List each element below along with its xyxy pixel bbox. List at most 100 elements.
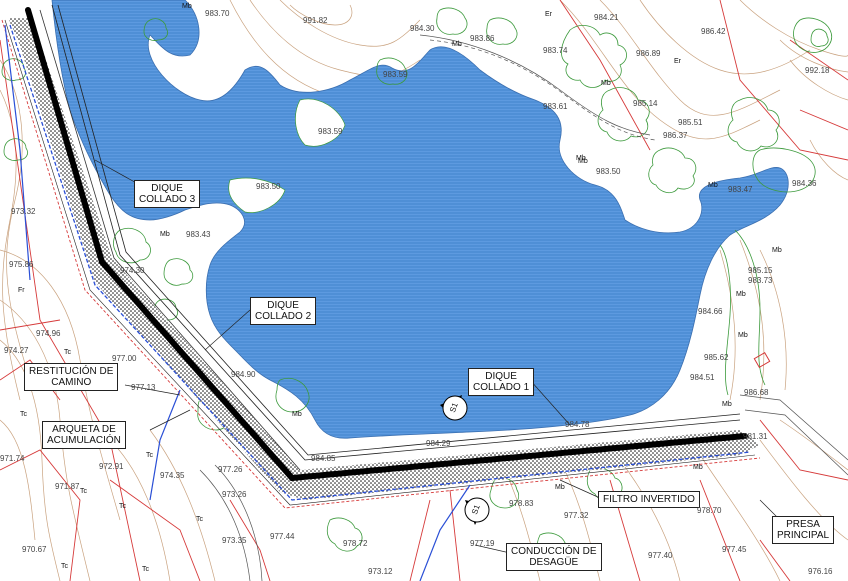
veg-code: Fr <box>18 287 25 294</box>
spot-elevation: 977.45 <box>722 545 747 554</box>
label-line-1: PRESA <box>786 519 820 530</box>
spot-elevation: 983.73 <box>748 276 773 285</box>
veg-code: Mb <box>722 401 732 408</box>
spot-elevation: 973.35 <box>222 536 247 545</box>
veg-code: Tc <box>61 563 68 570</box>
label-line-1: DIQUE <box>485 371 517 382</box>
veg-code: Tc <box>119 503 126 510</box>
label-line-2: PRINCIPAL <box>777 530 830 541</box>
spot-elevation: 978.70 <box>697 506 722 515</box>
label-arqueta-acumulacion: ARQUETA DE ACUMULACIÓN <box>42 421 126 449</box>
spot-elevation: 974.35 <box>160 471 185 480</box>
spot-elevation: 984.36 <box>792 179 817 188</box>
spot-elevation: 986.37 <box>663 131 688 140</box>
spot-elevation: 983.74 <box>543 46 568 55</box>
spot-elevation: 983.43 <box>186 230 211 239</box>
label-dique-collado-2: DIQUE COLLADO 2 <box>250 297 317 325</box>
spot-elevation: 977.26 <box>218 465 243 474</box>
label-conduccion-desague: CONDUCCIÓN DE DESAGÜE <box>506 543 602 571</box>
spot-elevation: 984.30 <box>410 24 435 33</box>
label-dique-collado-1: DIQUE COLLADO 1 <box>468 368 535 396</box>
spot-elevation: 978.72 <box>343 539 368 548</box>
veg-code: Mb <box>452 41 462 48</box>
map-canvas: S1 S1 DIQUE COLLADO 3 DIQUE COLLADO 2 DI… <box>0 0 848 581</box>
veg-code: Mb <box>736 291 746 298</box>
veg-code: Mb <box>601 80 611 87</box>
label-line-1: FILTRO INVERTIDO <box>603 494 695 505</box>
spot-elevation: 985.15 <box>748 266 773 275</box>
label-dique-collado-3: DIQUE COLLADO 3 <box>134 180 201 208</box>
label-restitucion-camino: RESTITUCIÓN DE CAMINO <box>24 363 119 391</box>
spot-elevation: 983.50 <box>596 167 621 176</box>
label-line-1: ARQUETA DE <box>52 424 116 435</box>
spot-elevation: 972.91 <box>99 462 124 471</box>
spot-elevation: 977.13 <box>131 383 156 392</box>
spot-elevation: 983.50 <box>256 182 281 191</box>
spot-elevation: 978.83 <box>509 499 534 508</box>
veg-code: Mb <box>160 231 170 238</box>
label-line-1: RESTITUCIÓN DE <box>29 366 114 377</box>
veg-code: Mb <box>182 3 192 10</box>
label-line-2: COLLADO 3 <box>139 194 196 205</box>
veg-code: Mb <box>292 411 302 418</box>
spot-elevation: 977.40 <box>648 551 673 560</box>
veg-code: Tc <box>142 566 149 573</box>
veg-code: Tc <box>20 411 27 418</box>
reservoir-water <box>51 0 789 439</box>
spot-elevation: 983.59 <box>383 70 408 79</box>
spot-elevation: 983.47 <box>728 185 753 194</box>
label-line-1: DIQUE <box>151 183 183 194</box>
spot-elevation: 976.16 <box>808 567 833 576</box>
veg-code: Mb <box>693 464 703 471</box>
veg-code: Tc <box>64 349 71 356</box>
veg-code: Tc <box>196 516 203 523</box>
spot-elevation: 984.29 <box>426 439 451 448</box>
veg-code: Er <box>545 11 552 18</box>
spot-elevation: 971.74 <box>0 454 25 463</box>
spot-elevation: 971.87 <box>55 482 80 491</box>
spot-elevation: 985.14 <box>633 99 658 108</box>
spot-elevation: 977.32 <box>564 511 589 520</box>
spot-elevation: 981.31 <box>743 432 768 441</box>
spot-elevation: 973.12 <box>368 567 393 576</box>
spot-elevation: 985.51 <box>678 118 703 127</box>
label-line-2: CAMINO <box>51 377 92 388</box>
spot-elevation: 974.96 <box>36 329 61 338</box>
spot-elevation: 984.85 <box>311 454 336 463</box>
label-filtro-invertido: FILTRO INVERTIDO <box>598 491 700 508</box>
spot-elevation: 984.90 <box>231 370 256 379</box>
spot-elevation: 986.68 <box>744 388 769 397</box>
veg-code: Er <box>674 58 681 65</box>
building-icon <box>753 351 771 369</box>
veg-code: Mb <box>576 155 586 162</box>
spot-elevation: 992.18 <box>805 66 830 75</box>
spot-elevation: 985.62 <box>704 353 729 362</box>
spot-elevation: 983.59 <box>318 127 343 136</box>
spot-elevation: 984.21 <box>594 13 619 22</box>
spot-elevation: 977.44 <box>270 532 295 541</box>
label-line-1: DIQUE <box>267 300 299 311</box>
spot-elevation: 984.66 <box>698 307 723 316</box>
spot-elevation: 975.86 <box>9 260 34 269</box>
map-drawing <box>0 0 848 581</box>
veg-code: Mb <box>708 182 718 189</box>
label-line-2: DESAGÜE <box>529 557 579 568</box>
label-presa-principal: PRESA PRINCIPAL <box>772 516 835 544</box>
label-line-2: COLLADO 2 <box>255 311 312 322</box>
spot-elevation: 986.89 <box>636 49 661 58</box>
spot-elevation: 984.51 <box>690 373 715 382</box>
spot-elevation: 983.61 <box>543 102 568 111</box>
label-line-2: ACUMULACIÓN <box>47 435 121 446</box>
label-line-2: COLLADO 1 <box>473 382 530 393</box>
spot-elevation: 977.19 <box>470 539 495 548</box>
spot-elevation: 984.78 <box>565 420 590 429</box>
veg-code: Mb <box>555 484 565 491</box>
veg-code: Tc <box>146 452 153 459</box>
spot-elevation: 986.42 <box>701 27 726 36</box>
spot-elevation: 983.86 <box>470 34 495 43</box>
spot-elevation: 983.70 <box>205 9 230 18</box>
spot-elevation: 974.30 <box>120 266 145 275</box>
spot-elevation: 977.00 <box>112 354 137 363</box>
label-line-1: CONDUCCIÓN DE <box>511 546 597 557</box>
veg-code: Mb <box>738 332 748 339</box>
